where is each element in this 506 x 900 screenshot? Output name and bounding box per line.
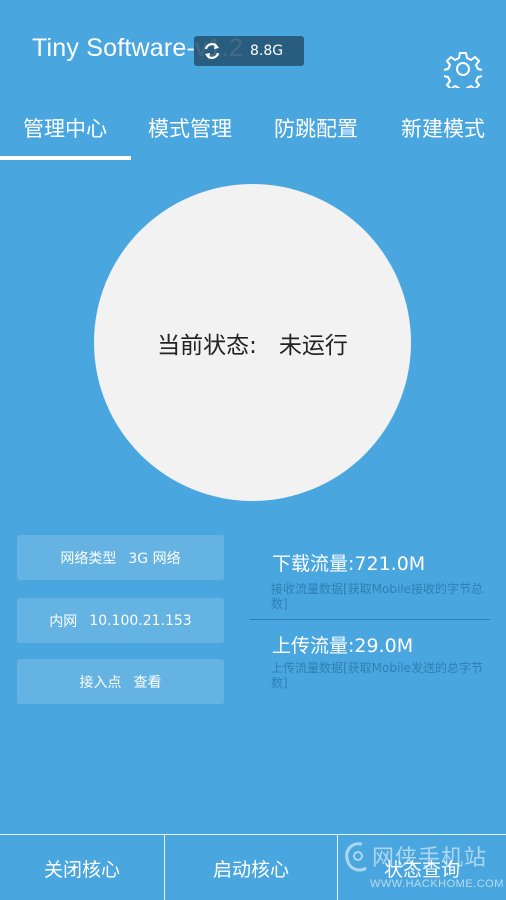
download-traffic-description: 接收流量数据[获取Mobile接收的字节总数] bbox=[271, 582, 484, 611]
tab-bar: 管理中心 模式管理 防跳配置 新建模式 bbox=[0, 100, 506, 160]
intranet-ip-button[interactable]: 内网 10.100.21.153 bbox=[17, 598, 224, 643]
sync-arrows-icon bbox=[194, 36, 230, 66]
traffic-divider bbox=[250, 619, 490, 620]
intranet-value: 10.100.21.153 bbox=[89, 612, 192, 629]
tab-new-mode[interactable]: 新建模式 bbox=[380, 100, 506, 156]
apn-value: 查看 bbox=[133, 674, 162, 691]
download-traffic-title: 下载流量:721.0M bbox=[272, 553, 426, 575]
status-query-button[interactable]: 状态查询 bbox=[338, 835, 506, 900]
network-type-label: 网络类型 bbox=[60, 550, 117, 567]
status-text: 当前状态: 未运行 bbox=[157, 326, 348, 360]
upload-traffic-description: 上传流量数据[获取Mobile发送的总字节数] bbox=[271, 661, 484, 690]
apn-view-button[interactable]: 接入点 查看 bbox=[17, 659, 224, 704]
active-tab-indicator bbox=[0, 156, 131, 160]
settings-gear-icon[interactable] bbox=[442, 50, 484, 94]
tab-management-center[interactable]: 管理中心 bbox=[2, 100, 128, 156]
intranet-label: 内网 bbox=[49, 613, 78, 630]
status-circle: 当前状态: 未运行 bbox=[94, 184, 411, 501]
upload-traffic-title: 上传流量:29.0M bbox=[272, 635, 414, 657]
tab-anti-jump-config[interactable]: 防跳配置 bbox=[253, 100, 379, 156]
status-label: 当前状态: bbox=[157, 332, 257, 359]
network-speed-badge: 8.8G bbox=[194, 36, 304, 66]
network-type-value: 3G 网络 bbox=[128, 550, 181, 567]
network-speed-value: 8.8G bbox=[250, 43, 284, 59]
app-screen: Tiny Software-v1.2 8.8G 管理中心 模式管理 防跳配置 新… bbox=[0, 0, 506, 900]
status-value: 未运行 bbox=[278, 332, 348, 359]
network-type-button[interactable]: 网络类型 3G 网络 bbox=[17, 535, 224, 580]
start-core-button[interactable]: 启动核心 bbox=[165, 835, 338, 900]
bottom-action-bar: 关闭核心 启动核心 状态查询 bbox=[0, 834, 506, 900]
apn-label: 接入点 bbox=[79, 674, 122, 691]
close-core-button[interactable]: 关闭核心 bbox=[0, 835, 165, 900]
tab-mode-management[interactable]: 模式管理 bbox=[127, 100, 253, 156]
